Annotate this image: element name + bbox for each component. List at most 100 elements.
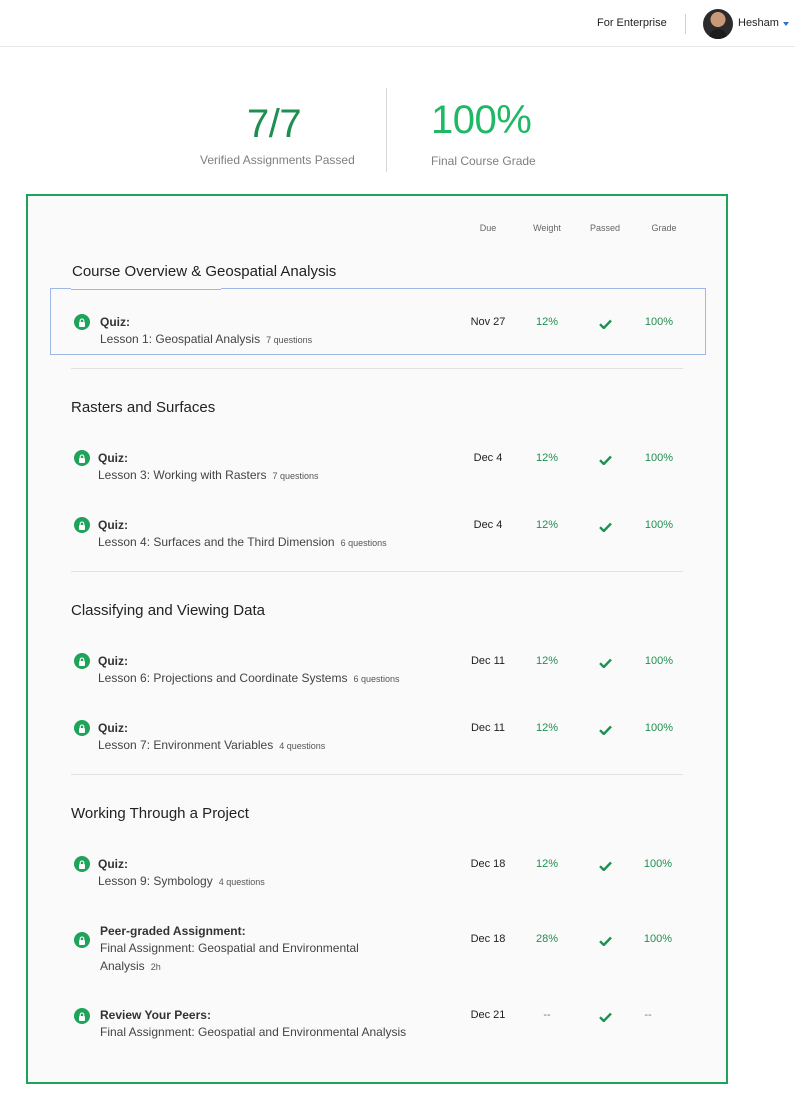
assignment-name[interactable]: Final Assignment: Geospatial and Environ…: [100, 1023, 460, 1041]
check-icon: [575, 316, 635, 334]
grade-value: 100%: [643, 858, 673, 870]
assignment-title[interactable]: Final Assignment: Geospatial and Environ…: [100, 941, 359, 973]
assignments-passed-label: Verified Assignments Passed: [200, 153, 355, 167]
final-grade-label: Final Course Grade: [431, 154, 536, 168]
assignment-name[interactable]: Final Assignment: Geospatial and Environ…: [100, 939, 390, 976]
assignment-title[interactable]: Lesson 3: Working with Rasters: [98, 468, 267, 482]
assignment-title[interactable]: Lesson 6: Projections and Coordinate Sys…: [98, 671, 347, 685]
due-date: Dec 11: [470, 722, 506, 734]
grade-value: 100%: [644, 722, 674, 734]
weight-value: 12%: [535, 452, 559, 464]
due-date: Dec 21: [470, 1009, 506, 1021]
assignment-type: Quiz:: [98, 451, 128, 465]
weight-value: 12%: [535, 316, 559, 328]
assignment-row[interactable]: Quiz: Lesson 4: Surfaces and the Third D…: [28, 515, 730, 565]
weight-value: 12%: [535, 722, 559, 734]
assignment-type: Quiz:: [100, 315, 130, 329]
due-date: Dec 4: [473, 519, 503, 531]
assignment-meta: 7 questions: [272, 471, 319, 481]
due-date: Dec 18: [470, 858, 506, 870]
column-header-weight: Weight: [533, 223, 561, 233]
check-icon: [575, 452, 635, 470]
section-title: Classifying and Viewing Data: [71, 602, 265, 619]
assignment-type: Review Your Peers:: [100, 1008, 211, 1022]
assignment-name[interactable]: Lesson 3: Working with Rasters 7 question…: [98, 466, 388, 485]
assignment-row[interactable]: Quiz: Lesson 7: Environment Variables 4 q…: [28, 718, 730, 768]
grade-value: 100%: [643, 933, 673, 945]
lock-icon: [74, 932, 90, 948]
focus-outline-tab: [71, 287, 221, 290]
assignment-row[interactable]: Quiz: Lesson 9: Symbology 4 questions Dec…: [28, 854, 730, 904]
section-divider: [71, 774, 683, 775]
assignment-title[interactable]: Lesson 4: Surfaces and the Third Dimensi…: [98, 535, 335, 549]
assignment-name[interactable]: Lesson 7: Environment Variables 4 questio…: [98, 736, 388, 755]
stats-divider: [386, 88, 387, 172]
assignment-title[interactable]: Final Assignment: Geospatial and Environ…: [100, 1025, 406, 1039]
assignment-meta: 7 questions: [266, 335, 313, 345]
due-date: Dec 4: [473, 452, 503, 464]
assignment-type: Quiz:: [98, 721, 128, 735]
nav-divider: [685, 14, 686, 34]
assignment-row[interactable]: Peer-graded Assignment: Final Assignment…: [28, 922, 730, 982]
assignment-row[interactable]: Review Your Peers: Final Assignment: Geo…: [28, 1006, 730, 1056]
check-icon: [575, 933, 635, 951]
assignment-row[interactable]: Quiz: Lesson 3: Working with Rasters 7 qu…: [28, 448, 730, 498]
grade-value: 100%: [644, 655, 674, 667]
for-enterprise-link[interactable]: For Enterprise: [597, 17, 667, 29]
section-title: Rasters and Surfaces: [71, 399, 216, 416]
grade-value: 100%: [644, 519, 674, 531]
lock-icon: [74, 450, 90, 466]
column-header-grade: Grade: [651, 223, 677, 233]
weight-value: 12%: [535, 655, 559, 667]
top-nav-bar: For Enterprise Hesham: [0, 0, 795, 47]
lock-icon: [74, 517, 90, 533]
assignment-title[interactable]: Lesson 9: Symbology: [98, 874, 213, 888]
weight-value: 28%: [535, 933, 559, 945]
weight-value: --: [543, 1009, 551, 1021]
avatar[interactable]: [703, 9, 733, 39]
grade-value: --: [644, 1009, 652, 1021]
assignment-name[interactable]: Lesson 9: Symbology 4 questions: [98, 872, 388, 891]
check-icon: [575, 858, 635, 876]
lock-icon: [74, 720, 90, 736]
assignment-meta: 4 questions: [279, 741, 326, 751]
chevron-down-icon[interactable]: [783, 22, 789, 26]
assignment-name[interactable]: Lesson 1: Geospatial Analysis 7 questions: [100, 330, 390, 349]
assignment-name[interactable]: Lesson 4: Surfaces and the Third Dimensi…: [98, 533, 418, 552]
assignment-meta: 6 questions: [353, 674, 400, 684]
grade-summary: 7/7 Verified Assignments Passed 100% Fin…: [0, 88, 795, 172]
section-divider: [71, 368, 683, 369]
check-icon: [575, 722, 635, 740]
section-divider: [71, 571, 683, 572]
check-icon: [575, 655, 635, 673]
weight-value: 12%: [535, 858, 559, 870]
due-date: Nov 27: [470, 316, 506, 328]
lock-icon: [74, 653, 90, 669]
final-grade-value: 100%: [431, 98, 532, 142]
check-icon: [575, 519, 635, 537]
lock-icon: [74, 314, 90, 330]
assignment-type: Quiz:: [98, 857, 128, 871]
assignment-title[interactable]: Lesson 1: Geospatial Analysis: [100, 332, 260, 346]
due-date: Dec 11: [470, 655, 506, 667]
grades-table: Due Weight Passed Grade Course Overview …: [26, 194, 728, 1084]
assignment-title[interactable]: Lesson 7: Environment Variables: [98, 738, 273, 752]
grade-value: 100%: [644, 452, 674, 464]
assignments-passed-value: 7/7: [247, 102, 302, 146]
assignment-meta: 2h: [150, 962, 161, 972]
assignment-row[interactable]: Quiz: Lesson 6: Projections and Coordina…: [28, 651, 730, 701]
assignment-name[interactable]: Lesson 6: Projections and Coordinate Sys…: [98, 669, 438, 688]
assignment-type: Peer-graded Assignment:: [100, 924, 246, 938]
section-title: Working Through a Project: [71, 805, 249, 822]
assignment-row[interactable]: Quiz: Lesson 1: Geospatial Analysis 7 que…: [28, 312, 730, 362]
assignment-meta: 6 questions: [340, 538, 387, 548]
weight-value: 12%: [535, 519, 559, 531]
section-title: Course Overview & Geospatial Analysis: [72, 263, 337, 280]
column-header-passed: Passed: [589, 223, 621, 233]
user-name-menu[interactable]: Hesham: [738, 17, 779, 29]
assignment-meta: 4 questions: [218, 877, 265, 887]
grade-value: 100%: [644, 316, 674, 328]
lock-icon: [74, 856, 90, 872]
assignment-type: Quiz:: [98, 518, 128, 532]
column-header-due: Due: [479, 223, 497, 233]
